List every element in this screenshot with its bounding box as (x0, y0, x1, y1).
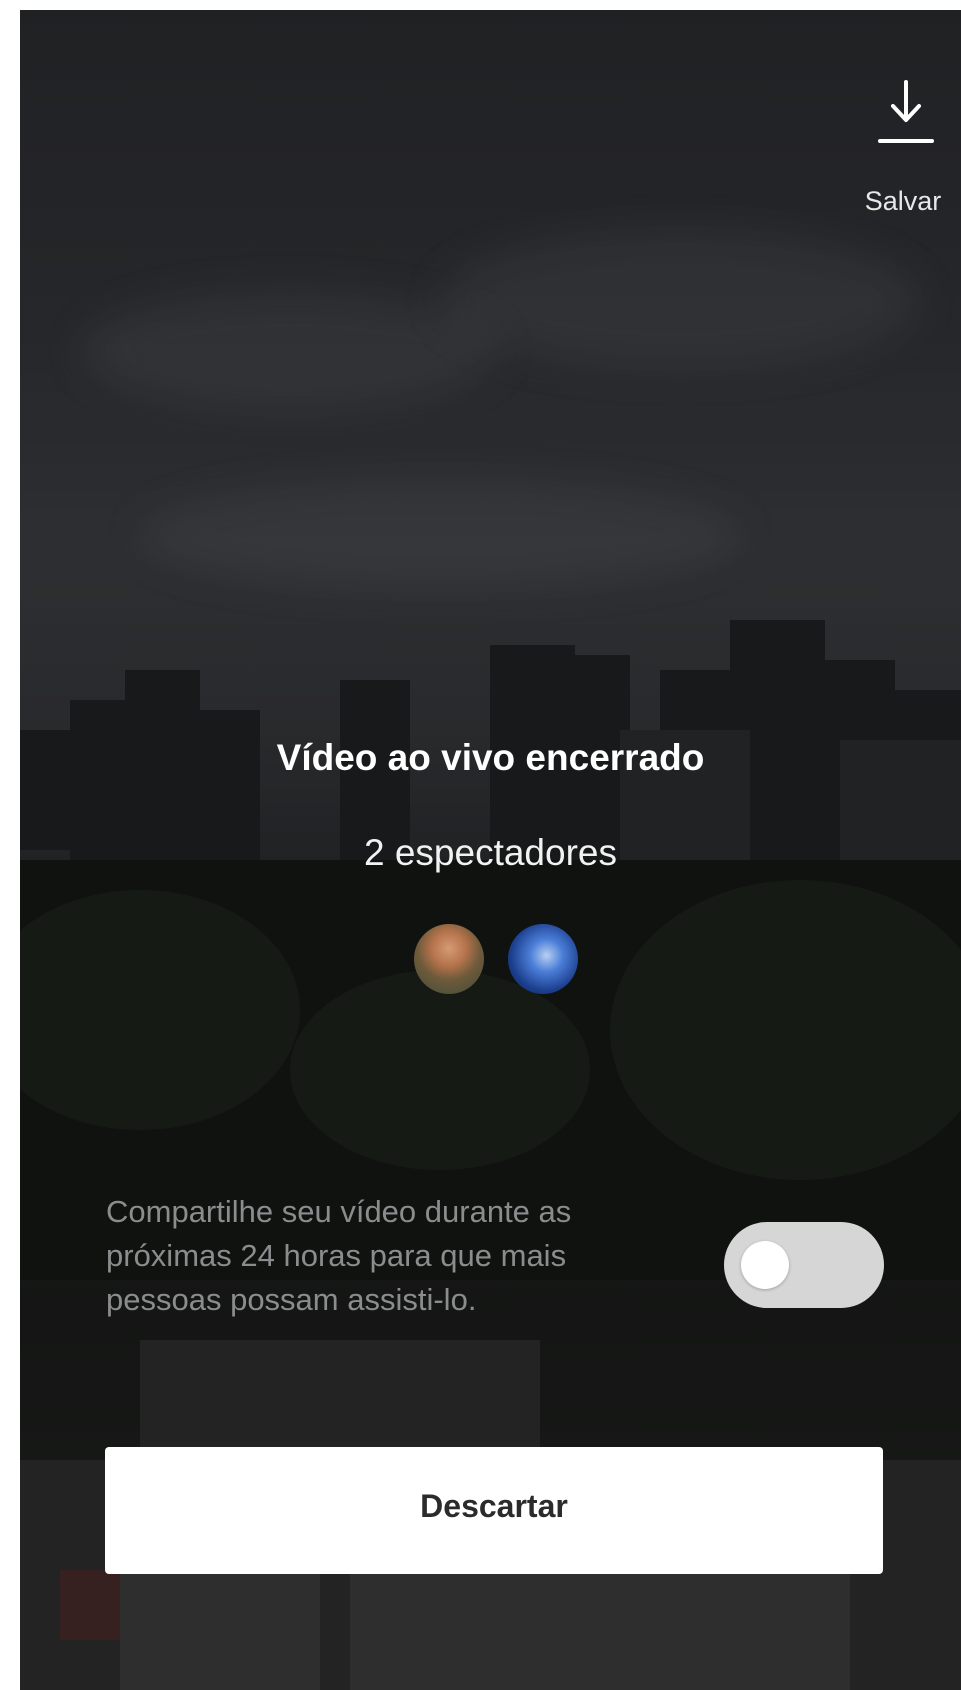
save-label: Salvar (864, 186, 942, 216)
viewer-avatars (414, 920, 594, 1000)
save-button[interactable]: Salvar (851, 58, 961, 218)
share-toggle[interactable] (724, 1222, 884, 1308)
viewer-avatar[interactable] (508, 924, 578, 994)
viewer-avatar[interactable] (414, 924, 484, 994)
live-ended-screen: Salvar Vídeo ao vivo encerrado 2 especta… (20, 10, 961, 1690)
discard-button[interactable]: Descartar (105, 1447, 883, 1574)
live-ended-title: Vídeo ao vivo encerrado (276, 737, 705, 778)
share-description: Compartilhe seu vídeo durante as próxima… (106, 1194, 572, 1317)
download-icon (878, 80, 934, 143)
discard-label: Descartar (420, 1488, 568, 1524)
toggle-knob (741, 1241, 789, 1289)
viewers-count: 2 espectadores (363, 832, 617, 873)
